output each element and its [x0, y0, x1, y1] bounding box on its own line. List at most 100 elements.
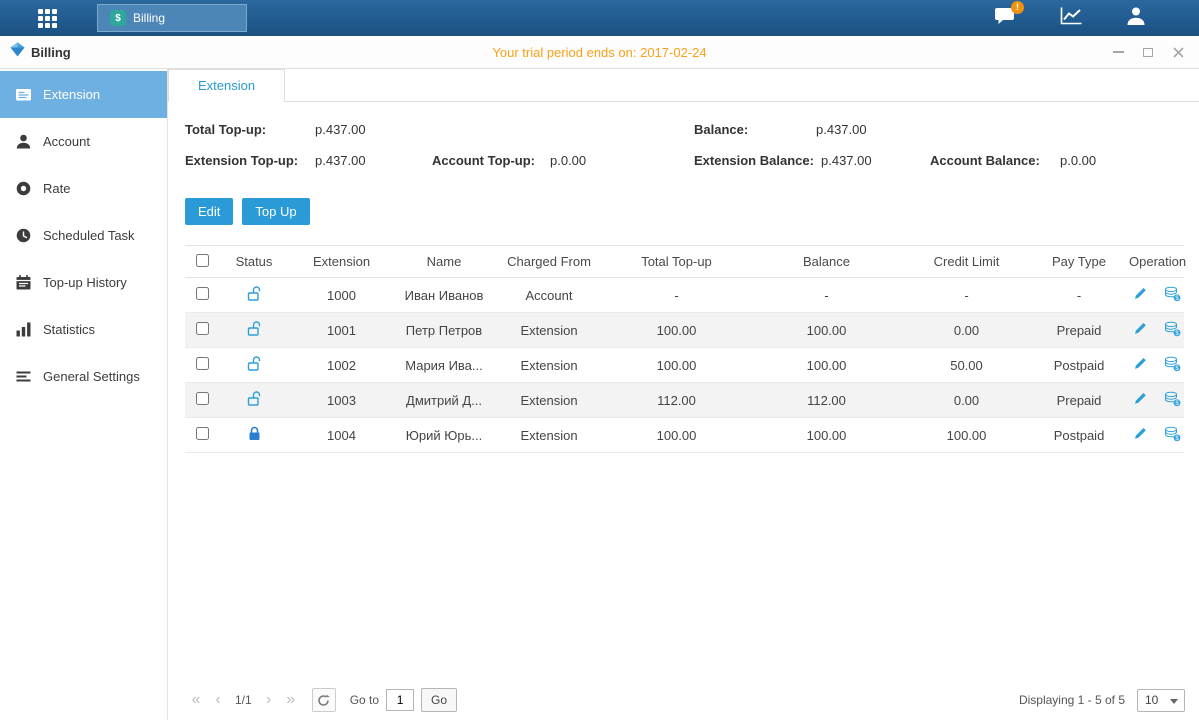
bar-chart-icon: [15, 321, 32, 338]
topup-row-icon[interactable]: $: [1164, 391, 1181, 410]
sidebar-item-general-settings[interactable]: General Settings: [0, 353, 167, 400]
total-topup-cell: -: [604, 278, 749, 313]
user-account-icon[interactable]: [1125, 6, 1147, 31]
tab-extension[interactable]: Extension: [168, 69, 285, 102]
topup-button[interactable]: Top Up: [242, 198, 309, 225]
credit-limit-cell: 50.00: [904, 348, 1029, 383]
sidebar-item-label: Extension: [43, 87, 100, 102]
unlock-icon: [247, 355, 262, 372]
sidebar: Extension Account Rate: [0, 69, 168, 720]
charged-from-cell: Extension: [494, 383, 604, 418]
edit-row-icon[interactable]: [1133, 356, 1148, 374]
first-page-icon[interactable]: «: [185, 689, 207, 711]
titlebar: Billing Your trial period ends on: 2017-…: [0, 36, 1199, 69]
status-cell: [219, 313, 289, 348]
account-topup-label: Account Top-up:: [432, 153, 535, 168]
extension-topup-value: p.437.00: [315, 153, 366, 168]
sidebar-item-rate[interactable]: Rate: [0, 165, 167, 212]
maximize-icon[interactable]: [1141, 45, 1155, 59]
refresh-icon[interactable]: [312, 688, 336, 712]
extension-cell: 1003: [289, 383, 394, 418]
sidebar-item-label: Statistics: [43, 322, 95, 337]
sidebar-item-statistics[interactable]: Statistics: [0, 306, 167, 353]
close-icon[interactable]: [1171, 45, 1185, 59]
row-checkbox[interactable]: [196, 322, 209, 335]
edit-row-icon[interactable]: [1133, 391, 1148, 409]
notifications-chat-icon[interactable]: !: [994, 6, 1017, 31]
table-row: 1000 Иван Иванов Account - - - - $: [185, 278, 1184, 313]
minimize-icon[interactable]: [1111, 45, 1125, 59]
extension-cell: 1004: [289, 418, 394, 453]
name-cell: Мария Ива...: [394, 348, 494, 383]
row-checkbox[interactable]: [196, 357, 209, 370]
apps-grid-icon[interactable]: [38, 9, 57, 28]
row-checkbox[interactable]: [196, 427, 209, 440]
balance-cell: 100.00: [749, 418, 904, 453]
credit-limit-cell: 100.00: [904, 418, 1029, 453]
total-topup-value: p.437.00: [315, 122, 366, 137]
row-checkbox[interactable]: [196, 287, 209, 300]
next-page-icon[interactable]: ›: [258, 689, 280, 711]
account-balance-label: Account Balance:: [930, 153, 1040, 168]
settings-lines-icon: [15, 368, 32, 385]
trial-notice: Your trial period ends on: 2017-02-24: [492, 45, 706, 60]
topup-row-icon[interactable]: $: [1164, 356, 1181, 375]
select-all-checkbox[interactable]: [196, 254, 209, 267]
sidebar-item-extension[interactable]: Extension: [0, 71, 167, 118]
status-cell: [219, 348, 289, 383]
col-total-topup: Total Top-up: [604, 246, 749, 278]
credit-limit-cell: 0.00: [904, 383, 1029, 418]
rate-coin-icon: [15, 180, 32, 197]
topup-row-icon[interactable]: $: [1164, 286, 1181, 305]
topbar: $ Billing !: [0, 0, 1199, 36]
action-buttons: Edit Top Up: [185, 198, 1199, 225]
go-button[interactable]: Go: [421, 688, 457, 712]
table-row: 1004 Юрий Юрь... Extension 100.00 100.00…: [185, 418, 1184, 453]
edit-row-icon[interactable]: [1133, 286, 1148, 304]
statistics-chart-icon[interactable]: [1059, 6, 1083, 31]
sidebar-item-topup-history[interactable]: Top-up History: [0, 259, 167, 306]
app-window: $ Billing !: [0, 0, 1199, 720]
extension-card-icon: [15, 86, 32, 103]
sidebar-item-label: Account: [43, 134, 90, 149]
pagination-bar: « ‹ 1/1 › » Go to Go Displaying 1 - 5 of…: [185, 688, 1185, 712]
charged-from-cell: Extension: [494, 418, 604, 453]
billing-app-tab[interactable]: $ Billing: [97, 4, 247, 32]
table-header-row: Status Extension Name Charged From Total…: [185, 246, 1184, 278]
edit-row-icon[interactable]: [1133, 321, 1148, 339]
total-topup-cell: 100.00: [604, 313, 749, 348]
page-size-select[interactable]: 10: [1137, 689, 1185, 712]
balance-cell: 100.00: [749, 348, 904, 383]
status-cell: [219, 383, 289, 418]
pay-type-cell: Prepaid: [1029, 313, 1129, 348]
unlock-icon: [247, 320, 262, 337]
clock-icon: [15, 227, 32, 244]
goto-page-input[interactable]: [386, 689, 414, 711]
extension-cell: 1000: [289, 278, 394, 313]
edit-row-icon[interactable]: [1133, 426, 1148, 444]
col-pay-type: Pay Type: [1029, 246, 1129, 278]
balance-value: p.437.00: [816, 122, 867, 137]
pay-type-cell: Postpaid: [1029, 418, 1129, 453]
account-balance-value: p.0.00: [1060, 153, 1096, 168]
sidebar-item-account[interactable]: Account: [0, 118, 167, 165]
edit-button[interactable]: Edit: [185, 198, 233, 225]
name-cell: Иван Иванов: [394, 278, 494, 313]
lock-icon: [247, 425, 262, 442]
billing-logo-icon: [10, 42, 25, 62]
last-page-icon[interactable]: »: [280, 689, 302, 711]
topup-row-icon[interactable]: $: [1164, 426, 1181, 445]
sidebar-item-label: Top-up History: [43, 275, 127, 290]
extension-balance-label: Extension Balance:: [694, 153, 814, 168]
name-cell: Юрий Юрь...: [394, 418, 494, 453]
col-charged-from: Charged From: [494, 246, 604, 278]
topup-row-icon[interactable]: $: [1164, 321, 1181, 340]
sidebar-item-scheduled-task[interactable]: Scheduled Task: [0, 212, 167, 259]
prev-page-icon[interactable]: ‹: [207, 689, 229, 711]
row-checkbox[interactable]: [196, 392, 209, 405]
table-row: 1001 Петр Петров Extension 100.00 100.00…: [185, 313, 1184, 348]
table-row: 1002 Мария Ива... Extension 100.00 100.0…: [185, 348, 1184, 383]
unlock-icon: [247, 285, 262, 302]
status-cell: [219, 418, 289, 453]
sidebar-item-label: Rate: [43, 181, 70, 196]
